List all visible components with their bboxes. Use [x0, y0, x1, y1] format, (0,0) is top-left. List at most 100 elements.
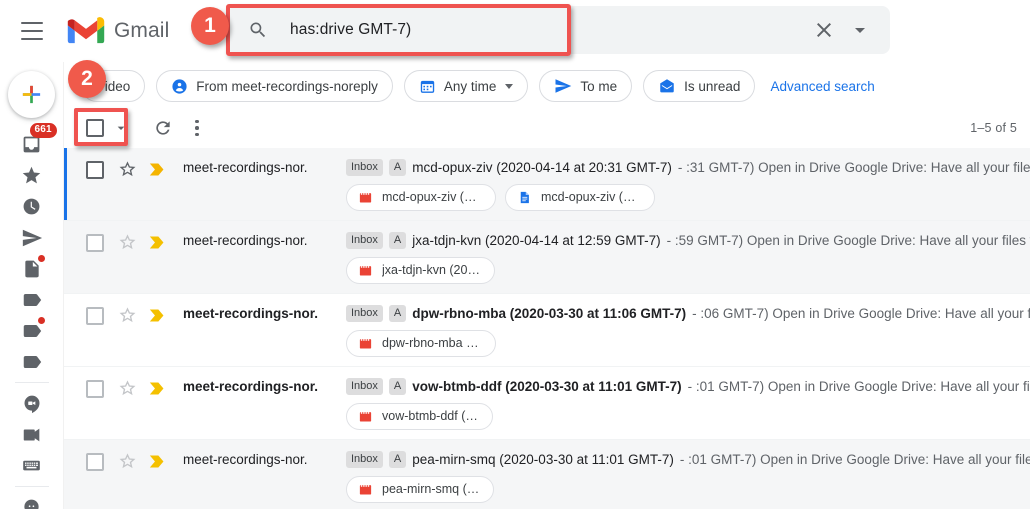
- attachment-chip[interactable]: vow-btmb-ddf (…: [346, 402, 493, 430]
- chevron-down-icon[interactable]: [848, 18, 872, 42]
- close-icon[interactable]: [812, 18, 836, 42]
- row-select-checkbox[interactable]: [86, 380, 104, 398]
- video-file-icon: [359, 265, 372, 275]
- app-header: Gmail: [0, 0, 1030, 62]
- row-select-checkbox[interactable]: [86, 307, 104, 325]
- filter-chip-to-me[interactable]: To me: [539, 70, 633, 102]
- star-icon[interactable]: [118, 452, 137, 471]
- filter-chip-label: Any time: [443, 78, 497, 94]
- table-row[interactable]: meet-recordings-nor. Inbox A dpw-rbno-mb…: [64, 294, 1030, 367]
- sidebar-item-inbox[interactable]: 661: [10, 123, 57, 160]
- attachment-chip[interactable]: pea-mirn-smq (…: [346, 475, 495, 503]
- sidebar-item-label-3[interactable]: [10, 346, 54, 377]
- label-icon: [23, 355, 41, 368]
- row-select-checkbox[interactable]: [86, 453, 104, 471]
- keyboard-icon: [23, 460, 40, 471]
- clock-icon: [23, 198, 40, 215]
- send-icon: [22, 229, 42, 246]
- filter-chip-label: From meet-recordings-noreply: [196, 78, 378, 94]
- sidebar-item-starred[interactable]: [10, 160, 54, 191]
- star-icon: [22, 166, 41, 184]
- label-chip-category: A: [388, 159, 407, 176]
- inbox-unread-badge: 661: [29, 123, 57, 138]
- brand-name: Gmail: [114, 18, 170, 42]
- compose-button[interactable]: [8, 71, 55, 118]
- row-select-checkbox[interactable]: [86, 161, 104, 179]
- sidebar-item-join-meeting[interactable]: [10, 450, 54, 481]
- filter-chip-label: To me: [580, 78, 618, 94]
- sidebar-item-drafts[interactable]: [10, 253, 54, 284]
- sender-name: meet-recordings-nor.: [183, 160, 308, 175]
- sidebar-item-label-1[interactable]: [10, 284, 54, 315]
- filter-chip-from[interactable]: From meet-recordings-noreply: [156, 70, 393, 102]
- table-row[interactable]: meet-recordings-nor. Inbox A mcd-opux-zi…: [64, 148, 1030, 221]
- label-chip-inbox: Inbox: [346, 159, 383, 176]
- message-content: Inbox A dpw-rbno-mba (2020-03-30 at 11:0…: [346, 305, 1030, 357]
- more-vertical-icon[interactable]: [195, 119, 199, 137]
- gmail-logo-icon: [67, 17, 105, 44]
- sidebar-item-label-2[interactable]: [10, 315, 54, 346]
- attachment-name: vow-btmb-ddf (…: [382, 409, 478, 423]
- search-container: [228, 6, 890, 54]
- sidebar-item-sent[interactable]: [10, 222, 54, 253]
- important-marker-icon[interactable]: [149, 308, 166, 323]
- filter-chip-label: Is unread: [684, 78, 741, 94]
- sidebar-item-snoozed[interactable]: [10, 191, 54, 222]
- gmail-app: Gmail has:drive GMT-7) 661 Video From me…: [0, 0, 1030, 509]
- important-marker-icon[interactable]: [149, 235, 166, 250]
- search-input[interactable]: [288, 20, 812, 40]
- search-box[interactable]: [228, 6, 890, 54]
- sidebar-item-new-meeting[interactable]: [10, 419, 54, 450]
- advanced-search-link[interactable]: Advanced search: [770, 79, 874, 94]
- filter-chip-date[interactable]: Any time: [403, 70, 529, 102]
- attachment-chips: vow-btmb-ddf (…: [346, 402, 1030, 430]
- filter-chip-is-unread[interactable]: Is unread: [643, 70, 756, 102]
- gmail-logo[interactable]: Gmail: [67, 16, 169, 45]
- attachment-name: pea-mirn-smq (…: [382, 482, 480, 496]
- star-icon[interactable]: [118, 160, 137, 179]
- attachment-name: dpw-rbno-mba (…: [382, 336, 481, 350]
- table-row[interactable]: meet-recordings-nor. Inbox A pea-mirn-sm…: [64, 440, 1030, 509]
- refresh-icon[interactable]: [153, 118, 173, 138]
- sender-name: meet-recordings-nor.: [183, 306, 319, 321]
- attachment-chips: pea-mirn-smq (…: [346, 475, 1030, 503]
- select-all-checkbox[interactable]: [86, 119, 104, 137]
- attachment-chip[interactable]: dpw-rbno-mba (…: [346, 329, 496, 357]
- sender-name: meet-recordings-nor.: [183, 379, 319, 394]
- unread-dot: [37, 255, 45, 262]
- snippet-text: - :06 GMT-7) Open in Drive Google Drive:…: [692, 305, 1030, 321]
- important-marker-icon[interactable]: [149, 162, 166, 177]
- person-icon: [172, 78, 187, 94]
- table-row[interactable]: meet-recordings-nor. Inbox A vow-btmb-dd…: [64, 367, 1030, 440]
- meet-chat-icon: [24, 395, 39, 413]
- calendar-icon: [420, 80, 435, 93]
- video-file-icon: [359, 338, 372, 348]
- attachment-chip[interactable]: jxa-tdjn-kvn (20…: [346, 256, 495, 284]
- important-marker-icon[interactable]: [149, 454, 166, 469]
- attachment-chip[interactable]: mcd-opux-ziv (2…: [505, 183, 655, 211]
- table-row[interactable]: meet-recordings-nor. Inbox A jxa-tdjn-kv…: [64, 221, 1030, 294]
- sender-name: meet-recordings-nor.: [183, 233, 308, 248]
- message-content: Inbox A jxa-tdjn-kvn (2020-04-14 at 12:5…: [346, 232, 1030, 284]
- attachment-chip[interactable]: mcd-opux-ziv (2…: [346, 183, 496, 211]
- row-select-checkbox[interactable]: [86, 234, 104, 252]
- sidebar-item-meet[interactable]: [10, 388, 54, 419]
- subject-text: pea-mirn-smq (2020-03-30 at 11:01 GMT-7): [412, 451, 674, 467]
- video-file-icon: [359, 192, 372, 202]
- chevron-down-icon: [505, 83, 514, 89]
- star-icon[interactable]: [118, 379, 137, 398]
- message-content: Inbox A pea-mirn-smq (2020-03-30 at 11:0…: [346, 451, 1030, 503]
- star-icon[interactable]: [118, 233, 137, 252]
- important-marker-icon[interactable]: [149, 381, 166, 396]
- list-toolbar: 1–5 of 5: [64, 108, 1030, 148]
- star-icon[interactable]: [118, 306, 137, 325]
- search-filter-chips: Video From meet-recordings-noreply Any t…: [64, 64, 1030, 108]
- sidebar-item-hangouts[interactable]: [10, 492, 54, 509]
- attachment-chips: dpw-rbno-mba (…: [346, 329, 1030, 357]
- select-dropdown-chevron-down-icon[interactable]: [113, 120, 129, 136]
- attachment-name: mcd-opux-ziv (2…: [382, 190, 481, 204]
- plus-icon: [22, 85, 41, 104]
- hamburger-menu-icon[interactable]: [21, 21, 45, 40]
- subject-line: Inbox A dpw-rbno-mba (2020-03-30 at 11:0…: [346, 305, 1030, 322]
- label-chip-category: A: [388, 378, 407, 395]
